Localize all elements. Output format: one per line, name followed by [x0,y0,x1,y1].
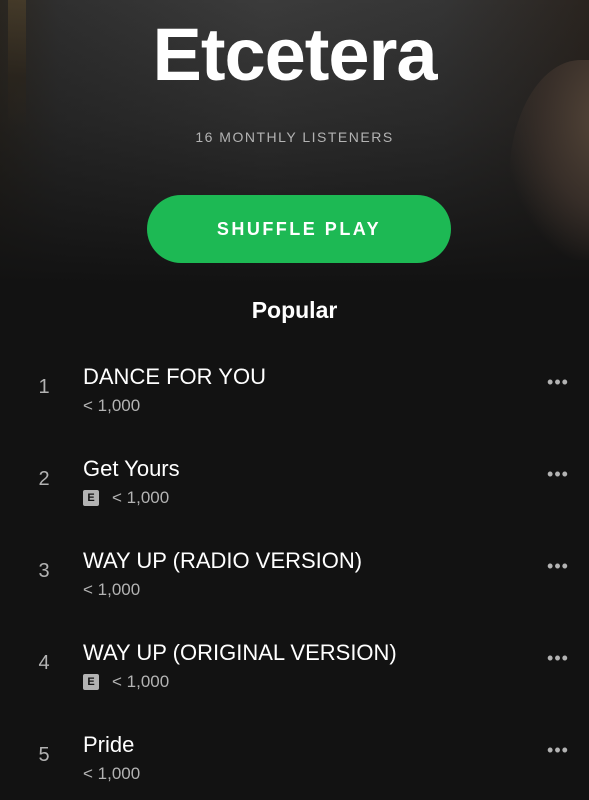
track-title: WAY UP (RADIO VERSION) [83,548,363,573]
track-number: 4 [38,652,50,674]
track-number: 5 [38,744,50,766]
track-meta: < 1,000 [83,579,140,601]
track-row[interactable]: 5 Pride < 1,000 ••• [0,720,589,800]
track-number: 1 [38,376,50,398]
track-title: Get Yours [83,456,180,481]
explicit-icon: E [83,490,99,506]
popular-track-list: 1 DANCE FOR YOU < 1,000 ••• 2 Get Yours … [0,352,589,800]
track-meta: < 1,000 [83,395,140,417]
artist-page: Etcetera 16 MONTHLY LISTENERS SHUFFLE PL… [0,0,589,800]
track-row[interactable]: 2 Get Yours E < 1,000 ••• [0,444,589,536]
track-title: WAY UP (ORIGINAL VERSION) [83,640,397,665]
track-plays: < 1,000 [83,764,141,783]
more-options-icon[interactable]: ••• [541,464,575,492]
more-options-icon[interactable]: ••• [541,740,575,768]
monthly-listeners: 16 MONTHLY LISTENERS [195,129,394,145]
track-row[interactable]: 3 WAY UP (RADIO VERSION) < 1,000 ••• [0,536,589,628]
more-options-icon[interactable]: ••• [541,648,575,676]
track-meta: E < 1,000 [83,487,169,509]
track-meta: < 1,000 [83,763,140,785]
track-number: 2 [38,468,50,490]
track-plays: < 1,000 [83,396,141,415]
track-title: Pride [83,732,135,757]
artist-name: Etcetera [152,13,437,96]
track-title: DANCE FOR YOU [83,364,266,389]
track-meta: E < 1,000 [83,671,169,693]
popular-section-title: Popular [251,297,338,323]
track-row[interactable]: 1 DANCE FOR YOU < 1,000 ••• [0,352,589,444]
shuffle-play-button[interactable]: SHUFFLE PLAY [147,195,451,263]
track-number: 3 [38,560,50,582]
more-options-icon[interactable]: ••• [541,556,575,584]
track-row[interactable]: 4 WAY UP (ORIGINAL VERSION) E < 1,000 ••… [0,628,589,720]
explicit-icon: E [83,674,99,690]
more-options-icon[interactable]: ••• [541,372,575,400]
track-plays: < 1,000 [112,672,170,691]
track-plays: < 1,000 [83,580,141,599]
track-plays: < 1,000 [112,488,170,507]
